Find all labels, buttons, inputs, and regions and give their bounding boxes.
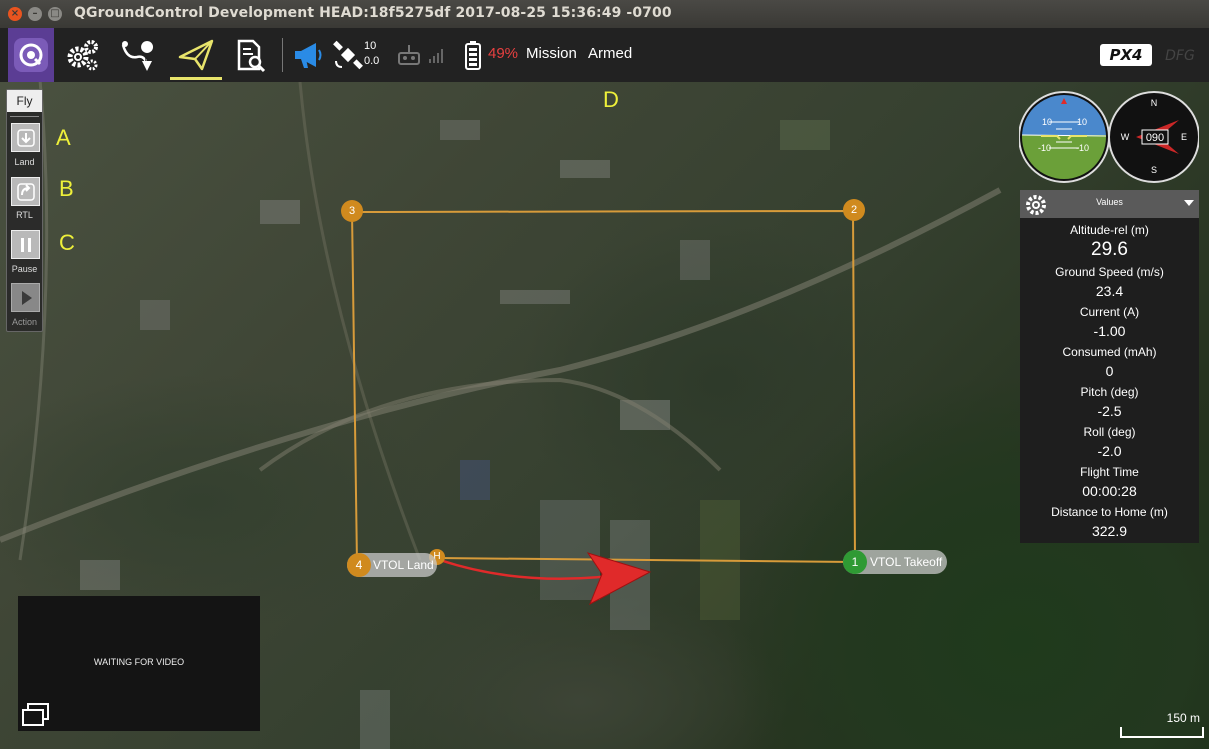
value-label-distance-home: Distance to Home (m) <box>1051 505 1168 519</box>
value-label-consumed: Consumed (mAh) <box>1062 345 1157 359</box>
gps-satellite-icon[interactable] <box>330 28 366 82</box>
fly-tool-separator <box>10 116 39 117</box>
value-current: -1.00 <box>1093 323 1126 339</box>
waypoint-4-land-pill[interactable]: 4 VTOL Land <box>347 553 437 577</box>
compass-south: S <box>1151 165 1157 175</box>
video-widget[interactable]: WAITING FOR VIDEO <box>18 596 260 731</box>
attitude-tick-top-right: 10 <box>1077 117 1087 127</box>
value-label-altitude: Altitude-rel (m) <box>1070 223 1149 237</box>
land-button[interactable] <box>11 123 40 152</box>
annotation-a: A <box>56 125 71 150</box>
waypoint-1-marker: 1 <box>843 550 867 574</box>
waypoint-4-label: VTOL Land <box>373 558 434 572</box>
window-maximize-button[interactable]: □ <box>48 7 62 21</box>
plan-icon[interactable]: B <box>114 28 160 82</box>
chevron-down-icon[interactable] <box>1184 200 1194 206</box>
gps-readout: 10 0.0 <box>364 39 379 69</box>
svg-text:B: B <box>145 56 150 63</box>
value-distance-home: 322.9 <box>1091 523 1128 539</box>
values-widget-header[interactable]: Values <box>1020 190 1199 218</box>
value-roll: -2.0 <box>1097 443 1122 459</box>
waypoint-2-marker[interactable]: 2 <box>843 199 865 221</box>
gps-satellite-count: 10 <box>364 40 377 52</box>
value-label-flight-time: Flight Time <box>1080 465 1139 479</box>
land-label: Land <box>14 157 35 167</box>
land-icon <box>16 128 35 147</box>
fly-active-indicator <box>170 77 222 80</box>
values-widget-title: Values <box>1096 197 1123 207</box>
rssi-bars-icon[interactable] <box>428 28 446 82</box>
compass-heading: 090 <box>1146 132 1164 144</box>
annotation-c: C <box>59 230 75 255</box>
analyze-icon[interactable] <box>228 28 270 82</box>
fly-tool-strip-title: Fly <box>7 90 42 112</box>
play-icon <box>21 290 32 305</box>
settings-gears-icon[interactable] <box>62 28 104 82</box>
action-button[interactable] <box>11 283 40 312</box>
px4-brand-logo: PX4 DFG <box>1098 28 1206 82</box>
compass: N E S W 090 <box>1108 91 1200 183</box>
action-label: Action <box>11 317 37 327</box>
value-label-pitch: Pitch (deg) <box>1080 385 1139 399</box>
value-label-roll: Roll (deg) <box>1083 425 1136 439</box>
qgc-logo-icon <box>14 38 48 72</box>
video-status: WAITING FOR VIDEO <box>93 657 185 667</box>
rc-transmitter-icon[interactable] <box>396 28 422 82</box>
fly-tool-strip: Fly Land RTL Pause Action <box>6 89 43 332</box>
waypoint-4-marker: 4 <box>347 553 371 577</box>
annotation-d: D <box>603 87 619 112</box>
waypoint-3-marker[interactable]: 3 <box>341 200 363 222</box>
window-close-button[interactable]: × <box>8 7 22 21</box>
value-flight-time: 00:00:28 <box>1082 483 1137 499</box>
svg-text:PX4: PX4 <box>1110 46 1143 64</box>
value-pitch: -2.5 <box>1097 403 1122 419</box>
value-label-current: Current (A) <box>1079 305 1140 319</box>
pause-icon <box>20 237 31 252</box>
window-minimize-button[interactable]: – <box>28 7 42 21</box>
map-scale-label: 150 m <box>1166 711 1200 725</box>
waypoint-1-takeoff-pill[interactable]: 1 VTOL Takeoff <box>843 550 947 574</box>
fly-icon[interactable] <box>172 28 220 82</box>
battery-icon[interactable] <box>462 28 484 82</box>
gps-hdop: 0.0 <box>364 55 380 67</box>
attitude-indicator: 10 10 -10 -10 <box>1018 91 1110 183</box>
waypoint-1-label: VTOL Takeoff <box>870 555 943 569</box>
qgc-logo-button[interactable] <box>8 28 54 82</box>
attitude-tick-bottom-right: -10 <box>1076 143 1089 153</box>
compass-north: N <box>1151 98 1158 108</box>
value-label-ground-speed: Ground Speed (m/s) <box>1055 265 1164 279</box>
toolbar-separator <box>282 38 283 72</box>
attitude-tick-bottom-left: -10 <box>1038 143 1051 153</box>
flight-mode-selector[interactable]: Mission <box>526 45 577 62</box>
window-title: QGroundControl Development HEAD:18f5275d… <box>74 5 672 21</box>
annotation-b: B <box>59 176 74 201</box>
value-consumed: 0 <box>1105 363 1114 379</box>
svg-text:DFG: DFG <box>1165 48 1195 64</box>
values-widget: Values Altitude-rel (m) 29.6 Ground Spee… <box>1020 190 1199 543</box>
rtl-icon <box>16 182 35 201</box>
attitude-tick-top-left: 10 <box>1042 117 1052 127</box>
map-scale: 150 m <box>1120 711 1204 741</box>
switch-view-icon[interactable] <box>20 702 52 728</box>
rtl-label: RTL <box>16 210 33 220</box>
compass-west: W <box>1121 132 1130 142</box>
compass-east: E <box>1181 132 1187 142</box>
pause-button[interactable] <box>11 230 40 259</box>
value-ground-speed: 23.4 <box>1095 283 1124 299</box>
main-toolbar: B 10 0.0 49% Mission Armed PX4 DFG <box>0 28 1209 82</box>
battery-percent: 49% <box>488 45 519 62</box>
value-altitude: 29.6 <box>1091 239 1128 260</box>
window-title-bar: × – □ QGroundControl Development HEAD:18… <box>0 0 1209 28</box>
arm-state-button[interactable]: Armed <box>588 45 632 62</box>
pause-label: Pause <box>11 264 38 274</box>
messages-megaphone-icon[interactable] <box>290 28 326 82</box>
flight-instruments: 10 10 -10 -10 N E S W 090 <box>1018 90 1200 184</box>
rtl-button[interactable] <box>11 177 40 206</box>
